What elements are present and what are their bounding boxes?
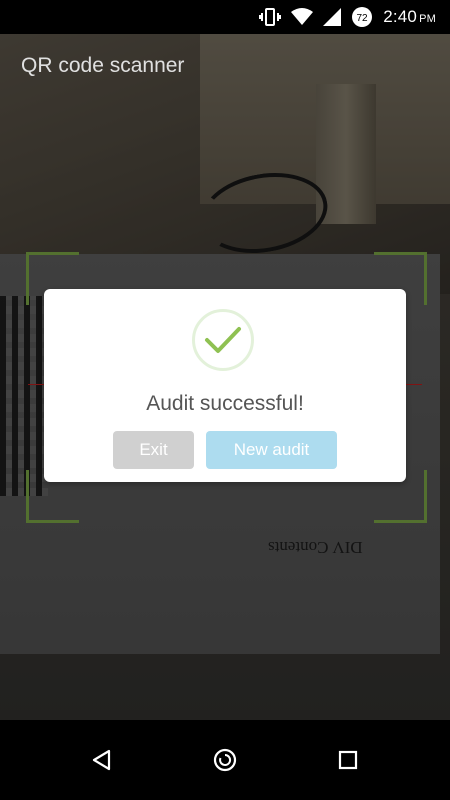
dialog-message: Audit successful!: [146, 392, 304, 415]
navigation-bar: [0, 720, 450, 800]
new-audit-button[interactable]: New audit: [206, 431, 337, 469]
battery-icon: 72: [351, 6, 373, 28]
wifi-icon: [291, 8, 314, 26]
home-icon[interactable]: [205, 740, 245, 780]
status-bar: 72 2:40 PM: [0, 0, 450, 34]
clock-time: 2:40: [383, 7, 418, 26]
audit-success-dialog: Audit successful! Exit New audit: [44, 289, 406, 482]
clock: 2:40 PM: [383, 7, 436, 27]
back-icon[interactable]: [82, 740, 122, 780]
app-title: QR code scanner: [21, 54, 185, 77]
battery-level-text: 72: [357, 13, 369, 24]
checkmark-icon: [192, 309, 254, 371]
cell-signal-icon: [323, 8, 342, 26]
vibrate-icon: [259, 8, 282, 26]
recents-icon[interactable]: [328, 740, 368, 780]
clock-ampm: PM: [419, 13, 436, 25]
exit-button[interactable]: Exit: [113, 431, 194, 469]
